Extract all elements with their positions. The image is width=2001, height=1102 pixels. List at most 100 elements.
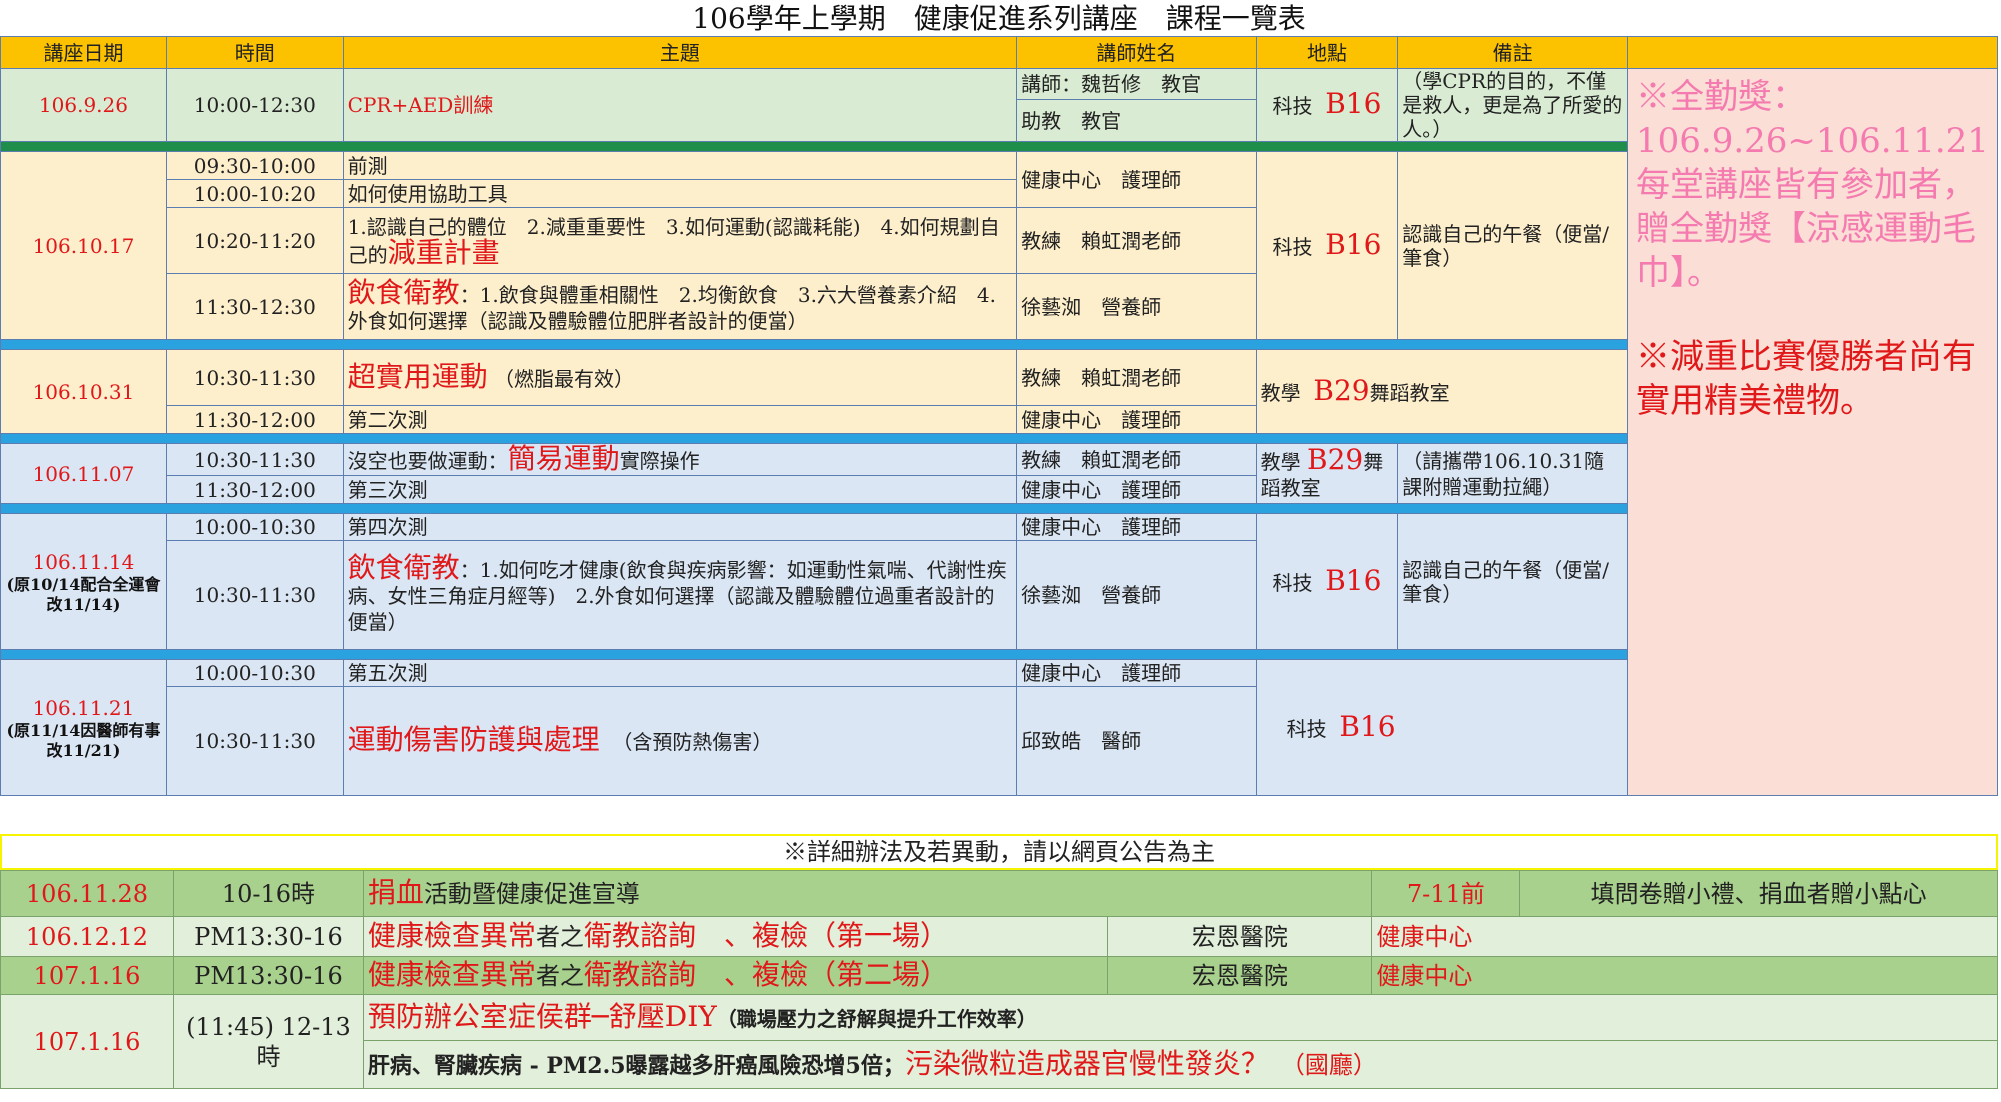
event-location: 健康中心: [1371, 916, 1998, 957]
session-topic: 第三次測: [342, 475, 1018, 504]
event-lecturer: 宏恩醫院: [1107, 956, 1373, 995]
topic-highlight: 減重計畫: [387, 235, 500, 269]
header-blank: [1627, 36, 1998, 69]
lecturer-name: 教練 賴虹潤老師: [1016, 207, 1257, 274]
location-building: 科技: [1272, 94, 1313, 118]
session-topic: 第四次測: [342, 513, 1018, 541]
session-time: 11:30-12:00: [165, 405, 344, 434]
location-room: B16: [1325, 87, 1382, 120]
session-time: 10:30-11:30: [165, 686, 344, 796]
location-hall: 舞蹈教室: [1369, 380, 1450, 405]
session-location: 教學 B29舞蹈教室: [1255, 349, 1629, 434]
session-time: 11:30-12:30: [165, 273, 344, 340]
event-date: 107.1.16: [0, 956, 174, 995]
table-row: 106.11.28 10-16時 捐血活動暨健康促進宣導 7-11前 填問卷贈小…: [0, 870, 1998, 917]
session-time: 10:30-11:30: [165, 540, 344, 650]
event-topic: 健康檢查異常者之衛教諮詢 、複檢（第一場）: [362, 916, 1109, 957]
session-topic: 如何使用協助工具: [342, 179, 1018, 208]
award-panel: ※全勤獎：106.9.26~106.11.21 每堂講座皆有參加者，贈全勤獎【涼…: [1627, 68, 1998, 796]
lecturer-name: 健康中心 護理師: [1016, 405, 1257, 434]
session-topic: 第二次測: [342, 405, 1018, 434]
session-location: 科技 B16: [1255, 513, 1399, 650]
session-time: 10:30-11:30: [165, 349, 344, 406]
event-time: (11:45) 12-13時: [172, 994, 364, 1089]
location-building: 科技: [1272, 234, 1313, 259]
lecturer-name: 健康中心 護理師: [1016, 659, 1257, 687]
event-time: PM13:30-16: [172, 956, 364, 995]
session-note: （請攜帶106.10.31隨課附贈運動拉繩）: [1397, 443, 1628, 504]
session-time: 11:30-12:00: [165, 475, 344, 504]
lecturer-name: 健康中心 護理師: [1016, 513, 1257, 541]
table-row: 106.9.26 10:00-12:30 CPR+AED訓練 講師：魏哲修 教官…: [0, 67, 1998, 796]
lecturer-name: 教練 賴虹潤老師: [1016, 349, 1257, 406]
session-topic: 飲食衛教：1.飲食與體重相關性 2.均衡飲食 3.六大營養素介紹 4.外食如何選…: [342, 273, 1018, 340]
event-topic: 捐血活動暨健康促進宣導: [362, 870, 1373, 917]
event-location: 7-11前: [1371, 870, 1521, 917]
header-date: 講座日期: [0, 36, 167, 69]
session-topic: 前測: [342, 151, 1018, 180]
location-building: 科技: [1286, 716, 1327, 741]
session-date: 106.11.21 (原11/14因醫師有事改11/21): [0, 659, 167, 796]
header-topic: 主題: [342, 36, 1018, 69]
session-topic: 超實用運動 （燃脂最有效）: [342, 349, 1018, 406]
session-note: 認識自己的午餐（便當/筆食）: [1397, 513, 1628, 650]
location-building: 科技: [1272, 570, 1313, 595]
lecturer-name: 健康中心 護理師: [1016, 151, 1257, 208]
event-time: 10-16時: [172, 870, 364, 917]
table-row: 106.12.12 PM13:30-16 健康檢查異常者之衛教諮詢 、複檢（第一…: [0, 916, 1998, 957]
event-table: 106.11.28 10-16時 捐血活動暨健康促進宣導 7-11前 填問卷贈小…: [0, 870, 1999, 1089]
attendance-award-text: ※全勤獎：106.9.26~106.11.21 每堂講座皆有參加者，贈全勤獎【涼…: [1636, 77, 1989, 293]
session-topic: 第五次測: [342, 659, 1018, 687]
event-date: 106.12.12: [0, 916, 174, 957]
lecturer-name: 邱致皓 醫師: [1016, 686, 1257, 796]
location-building: 教學: [1260, 449, 1301, 474]
session-time: 10:00-10:20: [165, 179, 344, 208]
date-note: (原11/14因醫師有事改11/21): [6, 720, 161, 760]
table-row: 107.1.16 (11:45) 12-13時 預防辦公室症侯群─舒壓DIY（職…: [0, 994, 1999, 1089]
lecturer-name: 講師：魏哲修 教官: [1016, 67, 1257, 101]
event-time: PM13:30-16: [172, 916, 364, 957]
session-date: 106.10.17: [0, 151, 167, 340]
event-lecturer: 宏恩醫院: [1107, 916, 1373, 957]
lecturer-name: 教練 賴虹潤老師: [1016, 443, 1257, 476]
location-room: B16: [1325, 563, 1382, 597]
lecturer-name: 徐藝洳 營養師: [1016, 273, 1257, 340]
lecturer-name: 健康中心 護理師: [1016, 475, 1257, 504]
location-room: B29: [1307, 443, 1364, 476]
session-time: 10:00-10:30: [165, 659, 344, 687]
location-building: 教學: [1260, 380, 1301, 405]
topic-highlight: 捐血: [367, 876, 424, 909]
session-time: 10:00-12:30: [165, 68, 344, 142]
topic-highlight: 污染微粒造成器官慢性發炎？: [904, 1046, 1269, 1080]
session-topic: 運動傷害防護與處理 （含預防熱傷害）: [342, 686, 1018, 796]
event-date: 106.11.28: [0, 870, 174, 917]
topic-highlight: 飲食衛教: [347, 275, 460, 309]
session-date: 106.10.31: [0, 349, 167, 434]
assistant-name: 助教 教官: [1016, 99, 1257, 142]
event-topic-secondary: 肝病、腎臟疾病 - PM2.5曝露越多肝癌風險恐增5倍；污染微粒造成器官慢性發炎…: [362, 1040, 1999, 1089]
session-time: 10:30-11:30: [165, 443, 344, 476]
session-location: 科技 B16: [1255, 68, 1399, 142]
header-row: 講座日期 時間 主題 講師姓名 地點 備註: [0, 36, 1998, 69]
session-date: 106.11.07: [0, 443, 167, 504]
event-topic: 預防辦公室症侯群─舒壓DIY（職場壓力之舒解與提升工作效率）: [362, 994, 1999, 1041]
schedule-sheet: 106學年上學期 健康促進系列講座 課程一覽表 講座日期 時間 主題 講師姓名 …: [0, 0, 1999, 1100]
header-location: 地點: [1255, 36, 1399, 69]
session-topic: 飲食衛教：1.如何吃才健康(飲食與疾病影響：如運動性氣喘、代謝性疾病、女性三角症…: [342, 540, 1018, 650]
session-time: 09:30-10:00: [165, 151, 344, 180]
header-lecturer: 講師姓名: [1016, 36, 1257, 69]
header-time: 時間: [165, 36, 344, 69]
event-note: 填問卷贈小禮、捐血者贈小點心: [1519, 870, 1998, 917]
topic-highlight: 簡易運動: [507, 443, 620, 475]
session-location: 教學 B29舞蹈教室: [1255, 443, 1399, 504]
session-topic: CPR+AED訓練: [342, 68, 1018, 142]
location-room: B16: [1339, 709, 1396, 743]
weight-loss-award-text: ※減重比賽優勝者尚有實用精美禮物。: [1636, 337, 1976, 421]
topic-highlight: 超實用運動: [347, 359, 488, 393]
session-time: 10:20-11:20: [165, 207, 344, 274]
header-note: 備註: [1397, 36, 1628, 69]
event-date: 107.1.16: [0, 994, 174, 1089]
lecturer-name: 徐藝洳 營養師: [1016, 540, 1257, 650]
session-location: 科技 B16: [1255, 151, 1399, 340]
session-date: 106.11.14 (原10/14配合全運會改11/14): [0, 513, 167, 650]
